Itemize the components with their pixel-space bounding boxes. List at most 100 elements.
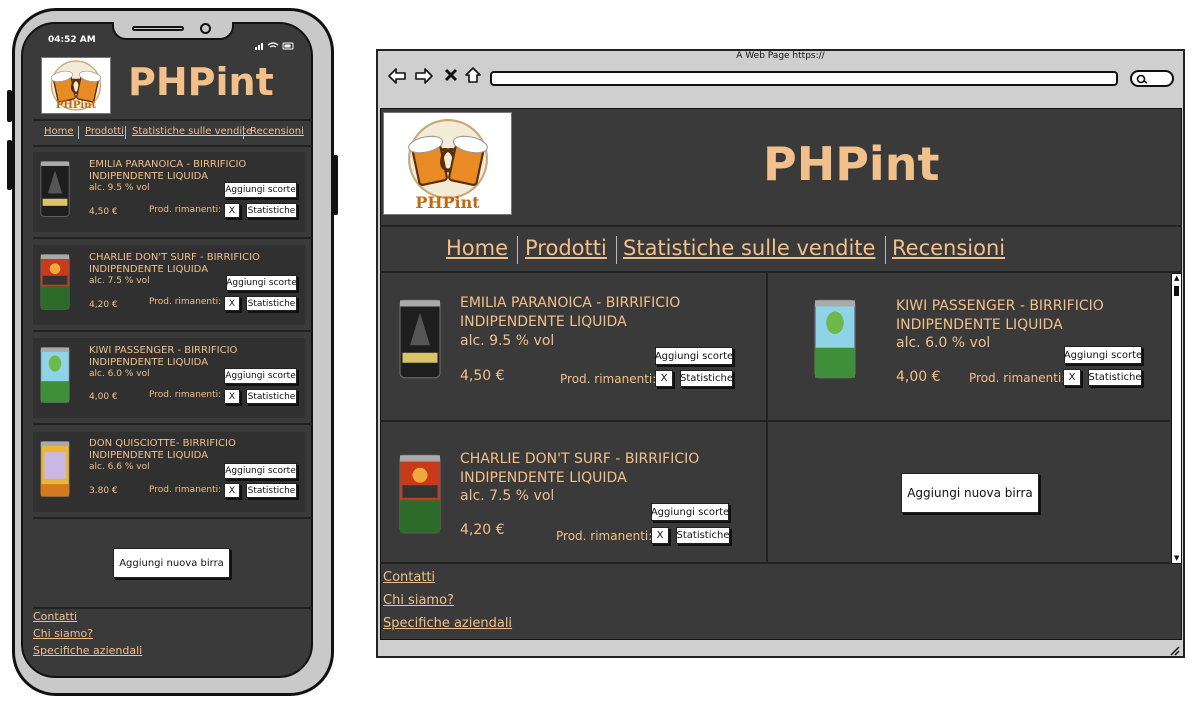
nav-separator	[125, 126, 126, 139]
phone-notch	[112, 22, 234, 40]
home-icon[interactable]	[463, 65, 483, 85]
remove-button[interactable]: X	[224, 296, 240, 311]
footer-chi-siamo[interactable]: Chi siamo?	[383, 593, 454, 608]
stats-button[interactable]: Statistiche	[676, 527, 730, 544]
grid-divider	[380, 562, 1170, 564]
beer-mugs-logo	[394, 115, 502, 203]
product-price: 4,50 €	[460, 368, 505, 384]
logo-text: PHPint	[415, 193, 480, 212]
card-divider	[33, 517, 312, 519]
scroll-down-icon[interactable]: ▼	[1174, 555, 1179, 562]
stats-button[interactable]: Statistiche	[246, 296, 297, 311]
product-title: EMILIA PARANOICA - BIRRIFICIO INDIPENDEN…	[89, 159, 247, 182]
back-arrow-icon[interactable]	[387, 66, 407, 86]
product-title: KIWI PASSENGER - BIRRIFICIO INDIPENDENTE…	[89, 345, 238, 368]
product-alc: alc. 7.5 % vol	[460, 488, 555, 504]
scrollbar-thumb[interactable]	[1174, 286, 1179, 296]
product-title: CHARLIE DON'T SURF - BIRRIFICIO INDIPEND…	[89, 252, 260, 275]
nav-separator	[243, 126, 244, 139]
header-divider	[33, 119, 312, 121]
product-title: EMILIA PARANOICA - BIRRIFICIO INDIPENDEN…	[460, 295, 681, 330]
speaker-icon	[132, 26, 184, 31]
footer-divider	[33, 607, 312, 609]
remaining-label: Prod. rimanenti:	[560, 372, 657, 386]
stats-button[interactable]: Statistiche	[1088, 369, 1142, 386]
nav-prodotti[interactable]: Prodotti	[525, 236, 607, 260]
site-logo[interactable]: PHPint	[383, 112, 512, 215]
grid-divider	[766, 273, 768, 563]
remove-button[interactable]: X	[655, 370, 673, 387]
product-price: 4,20 €	[89, 300, 118, 310]
address-bar[interactable]	[490, 71, 1118, 86]
remove-button[interactable]: X	[1063, 369, 1081, 386]
status-time: 04:52 AM	[48, 35, 96, 45]
product-alc: alc. 6.0 % vol	[896, 335, 991, 351]
nav-recensioni[interactable]: Recensioni	[892, 236, 1005, 260]
remove-button[interactable]: X	[224, 483, 240, 498]
stats-button[interactable]: Statistiche	[680, 370, 733, 387]
remaining-label: Prod. rimanenti:	[556, 529, 653, 543]
card-divider	[33, 237, 312, 239]
add-stock-button[interactable]: Aggiungi scorte	[655, 347, 733, 365]
add-stock-button[interactable]: Aggiungi scorte	[224, 182, 297, 198]
product-alc: alc. 9.5 % vol	[460, 333, 555, 349]
remove-button[interactable]: X	[224, 203, 240, 218]
add-beer-button[interactable]: Aggiungi nuova birra	[901, 473, 1039, 513]
add-stock-button[interactable]: Aggiungi scorte	[224, 463, 297, 479]
product-title: DON QUISCIOTTE- BIRRIFICIO INDIPENDENTE …	[89, 438, 236, 461]
add-beer-button[interactable]: Aggiungi nuova birra	[113, 548, 230, 578]
add-stock-button[interactable]: Aggiungi scorte	[1064, 346, 1142, 364]
beer-can-icon	[395, 294, 445, 384]
product-card: DON QUISCIOTTE- BIRRIFICIO INDIPENDENTE …	[33, 432, 305, 512]
search-box[interactable]	[1130, 70, 1174, 87]
phone-volume-button	[7, 140, 12, 190]
remove-button[interactable]: X	[224, 389, 240, 404]
beer-can-icon	[37, 158, 73, 220]
remaining-label: Prod. rimanenti:	[149, 297, 222, 307]
product-card: KIWI PASSENGER - BIRRIFICIO INDIPENDENTE…	[33, 338, 305, 418]
nav-separator	[78, 126, 79, 139]
add-stock-button[interactable]: Aggiungi scorte	[651, 503, 729, 521]
stats-button[interactable]: Statistiche	[246, 483, 297, 498]
beer-can-icon	[37, 344, 73, 406]
nav-recensioni[interactable]: Recensioni	[250, 126, 304, 137]
remaining-label: Prod. rimanenti:	[149, 205, 222, 215]
nav-prodotti[interactable]: Prodotti	[85, 126, 124, 137]
beer-can-icon	[37, 251, 73, 313]
nav-divider	[33, 145, 312, 147]
search-icon	[1136, 74, 1148, 84]
nav-statistiche[interactable]: Statistiche sulle vendite	[132, 126, 252, 137]
scrollbar[interactable]: ▲ ▼	[1171, 273, 1182, 564]
stats-button[interactable]: Statistiche	[246, 389, 297, 404]
phone-power-button	[333, 155, 338, 215]
nav-statistiche[interactable]: Statistiche sulle vendite	[623, 236, 875, 260]
add-stock-button[interactable]: Aggiungi scorte	[224, 368, 297, 384]
site-logo[interactable]: PHPint	[41, 57, 111, 114]
remaining-label: Prod. rimanenti:	[969, 371, 1066, 385]
camera-icon	[200, 23, 211, 34]
footer-chi-siamo[interactable]: Chi siamo?	[33, 627, 93, 640]
footer-specifiche[interactable]: Specifiche aziendali	[383, 616, 512, 631]
card-divider	[33, 330, 312, 332]
close-icon[interactable]	[444, 68, 458, 82]
nav-divider	[380, 271, 1182, 273]
site-title: PHPint	[763, 137, 940, 191]
footer-contatti[interactable]: Contatti	[383, 570, 435, 585]
footer-contatti[interactable]: Contatti	[33, 610, 77, 623]
grid-divider	[380, 420, 1170, 422]
product-price: 4,20 €	[460, 522, 505, 538]
nav-home[interactable]: Home	[44, 126, 74, 137]
forward-arrow-icon[interactable]	[414, 66, 434, 86]
scroll-up-icon[interactable]: ▲	[1174, 275, 1179, 282]
footer-specifiche[interactable]: Specifiche aziendali	[33, 644, 142, 657]
mobile-nav: Home Prodotti Statistiche sulle vendite …	[33, 124, 312, 142]
beer-can-icon	[395, 448, 445, 540]
remove-button[interactable]: X	[651, 527, 669, 544]
product-alc: alc. 9.5 % vol	[89, 183, 150, 193]
nav-home[interactable]: Home	[446, 236, 508, 260]
stats-button[interactable]: Statistiche	[246, 203, 297, 218]
product-card: EMILIA PARANOICA - BIRRIFICIO INDIPENDEN…	[33, 152, 305, 232]
add-stock-button[interactable]: Aggiungi scorte	[226, 275, 297, 291]
remaining-label: Prod. rimanenti:	[149, 485, 222, 495]
resize-grip-icon[interactable]	[1168, 644, 1180, 656]
